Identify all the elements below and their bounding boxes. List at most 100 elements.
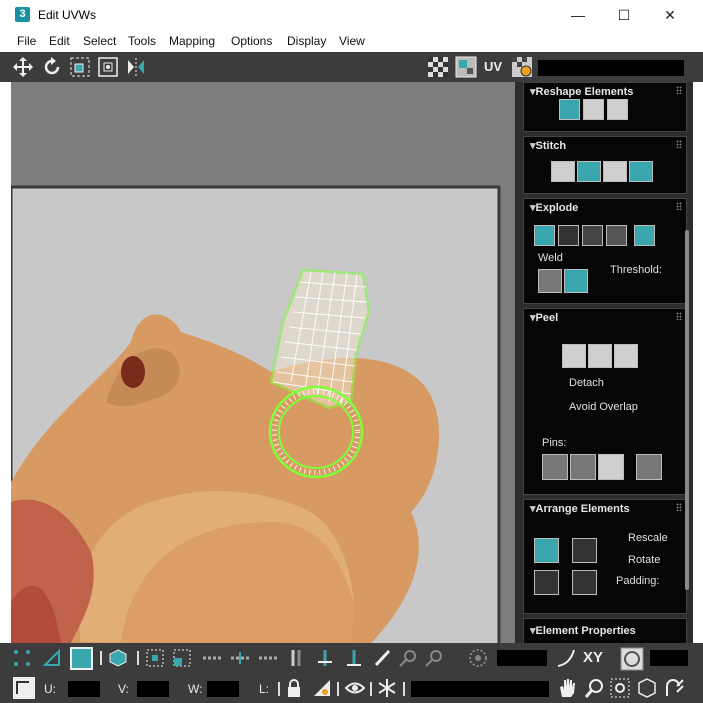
- uv-canvas[interactable]: [11, 82, 515, 643]
- uv-label[interactable]: UV: [484, 59, 502, 74]
- falloff-curve-icon[interactable]: [556, 648, 576, 668]
- break-button[interactable]: [534, 225, 555, 246]
- u-field[interactable]: [68, 681, 100, 697]
- minimize-button[interactable]: —: [563, 4, 593, 26]
- split-button[interactable]: [558, 225, 579, 246]
- edge-distance-icon[interactable]: [620, 647, 644, 671]
- pin-button[interactable]: [542, 454, 568, 480]
- unpin-button[interactable]: [570, 454, 596, 480]
- xy-label[interactable]: XY: [583, 649, 603, 666]
- weld-target-button[interactable]: [564, 269, 588, 293]
- panel-scrollbar[interactable]: [685, 230, 689, 590]
- texture-map-icon[interactable]: [455, 56, 477, 78]
- freeze-icon[interactable]: [377, 678, 397, 698]
- pack-custom-button[interactable]: [534, 570, 559, 595]
- shrink-selection-icon[interactable]: [172, 648, 192, 668]
- stitch-source-button[interactable]: [629, 161, 653, 182]
- grip-icon[interactable]: [676, 140, 682, 148]
- flatten-button[interactable]: [582, 225, 603, 246]
- texture-dropdown[interactable]: [538, 60, 684, 76]
- stitch-average-button[interactable]: [603, 161, 627, 182]
- rotate-label[interactable]: Rotate: [628, 554, 660, 566]
- zoom-region-icon[interactable]: [609, 677, 631, 699]
- rollout-title[interactable]: Element Properties: [530, 624, 636, 637]
- snap-icon[interactable]: [664, 677, 686, 699]
- texture-settings-icon[interactable]: [511, 56, 533, 78]
- pan-hand-icon[interactable]: [556, 677, 578, 699]
- hide-icon[interactable]: [312, 678, 332, 698]
- vertex-mode-icon[interactable]: [12, 648, 32, 668]
- paint-brush-icon[interactable]: [372, 648, 392, 668]
- align-horizontal-icon[interactable]: [315, 648, 335, 668]
- menu-file[interactable]: File: [17, 34, 36, 48]
- rollout-title[interactable]: Arrange Elements: [530, 502, 630, 515]
- freeform-icon[interactable]: [97, 56, 119, 78]
- stitch-target-button[interactable]: [577, 161, 601, 182]
- pinch-brush-icon[interactable]: [424, 648, 444, 668]
- rollout-title[interactable]: Reshape Elements: [530, 85, 634, 98]
- peel-mode-button[interactable]: [588, 344, 612, 368]
- zoom-icon[interactable]: [583, 677, 605, 699]
- v-field[interactable]: [137, 681, 169, 697]
- explode-smoothing-button[interactable]: [634, 225, 655, 246]
- reshape-cube-button[interactable]: [607, 99, 628, 120]
- menu-options[interactable]: Options: [231, 34, 272, 48]
- rollout-title[interactable]: Stitch: [530, 139, 567, 152]
- relax-brush-icon[interactable]: [398, 648, 418, 668]
- weld-selected-button[interactable]: [538, 269, 562, 293]
- mirror-icon[interactable]: [125, 56, 147, 78]
- grow-selection-icon[interactable]: [145, 648, 165, 668]
- reset-peel-button[interactable]: [614, 344, 638, 368]
- edge-mode-icon[interactable]: [42, 648, 62, 668]
- menu-edit[interactable]: Edit: [49, 34, 70, 48]
- face-mode-button[interactable]: [70, 647, 93, 670]
- select-pins-button[interactable]: [636, 454, 662, 480]
- absolute-offset-icon[interactable]: [12, 676, 36, 700]
- relax-button[interactable]: [583, 99, 604, 120]
- zoom-extents-icon[interactable]: [636, 677, 658, 699]
- rotate-icon[interactable]: [41, 56, 63, 78]
- pack-normalize-button[interactable]: [534, 538, 559, 563]
- auto-pin-button[interactable]: [598, 454, 624, 480]
- falloff-field[interactable]: [497, 650, 547, 666]
- align-vertical-icon[interactable]: [286, 648, 306, 668]
- pins-label: Pins:: [542, 437, 567, 449]
- loop-icon[interactable]: [202, 648, 222, 668]
- grip-icon[interactable]: [676, 312, 682, 320]
- menu-mapping[interactable]: Mapping: [169, 34, 215, 48]
- w-field[interactable]: [207, 681, 239, 697]
- grip-icon[interactable]: [676, 503, 682, 511]
- pack-together-button[interactable]: [572, 538, 597, 563]
- soft-selection-icon[interactable]: [468, 648, 488, 668]
- eye-icon[interactable]: [345, 678, 365, 698]
- menu-view[interactable]: View: [339, 34, 365, 48]
- menu-tools[interactable]: Tools: [128, 34, 156, 48]
- avoid-overlap-label[interactable]: Avoid Overlap: [569, 401, 638, 413]
- lock-icon[interactable]: [284, 678, 304, 698]
- checker-icon[interactable]: [427, 56, 449, 78]
- rescale-label[interactable]: Rescale: [628, 532, 668, 544]
- ring-icon[interactable]: [230, 648, 250, 668]
- selection-set-field[interactable]: [411, 681, 549, 697]
- close-button[interactable]: ✕: [655, 4, 685, 26]
- move-icon[interactable]: [12, 56, 34, 78]
- explode-material-button[interactable]: [606, 225, 627, 246]
- rollout-title[interactable]: Explode: [530, 201, 579, 214]
- maximize-button[interactable]: ☐: [609, 4, 639, 26]
- rollout-title[interactable]: Peel: [530, 311, 559, 324]
- grip-icon[interactable]: [676, 86, 682, 94]
- detach-label[interactable]: Detach: [569, 377, 604, 389]
- pack-grid-button[interactable]: [572, 570, 597, 595]
- grip-icon[interactable]: [676, 202, 682, 210]
- scale-icon[interactable]: [69, 56, 91, 78]
- menu-display[interactable]: Display: [287, 34, 326, 48]
- straighten-button[interactable]: [559, 99, 580, 120]
- menu-select[interactable]: Select: [83, 34, 116, 48]
- element-mode-icon[interactable]: [108, 648, 128, 668]
- uv-viewport[interactable]: [11, 82, 515, 643]
- edge-loop-icon[interactable]: [258, 648, 278, 668]
- stitch-custom-button[interactable]: [551, 161, 575, 182]
- distance-field[interactable]: [650, 650, 688, 666]
- quick-peel-button[interactable]: [562, 344, 586, 368]
- align-bottom-icon[interactable]: [344, 648, 364, 668]
